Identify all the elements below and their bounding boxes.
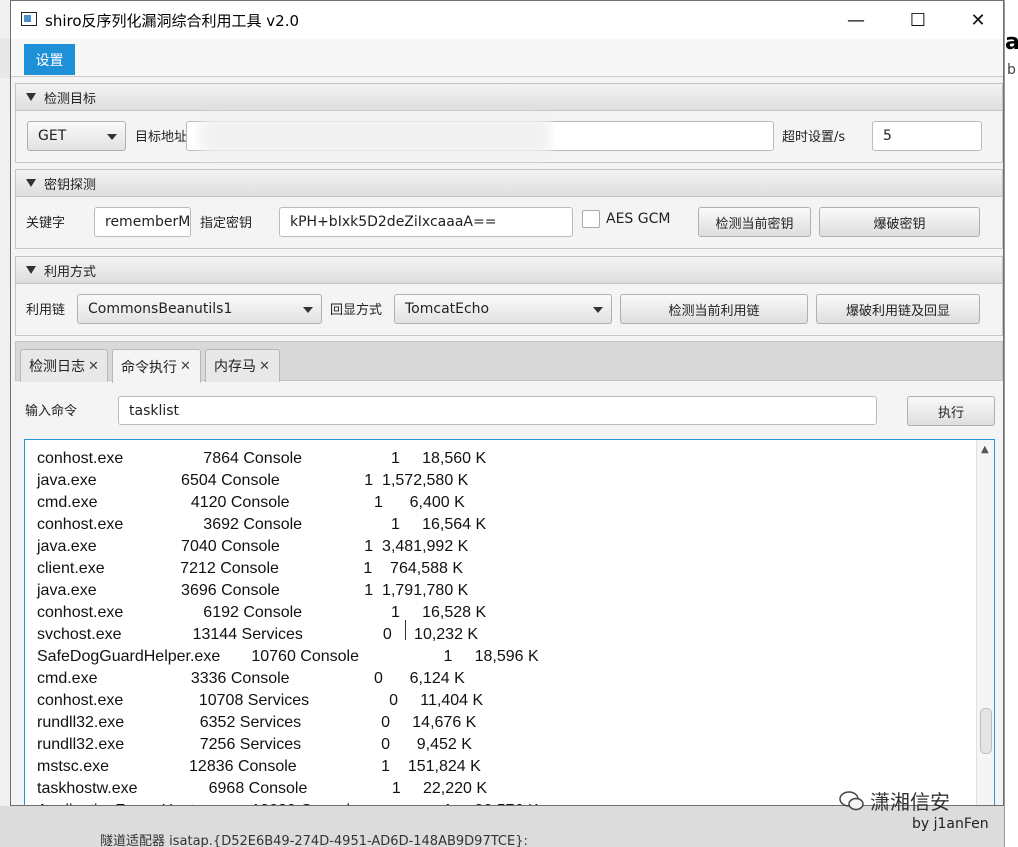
tab-label: 检测日志	[29, 359, 85, 375]
output-line: conhost.exe 10708 Services 0 11,404 K	[37, 692, 484, 709]
http-method-select[interactable]: GET	[27, 121, 126, 151]
gadget-chain-select[interactable]: CommonsBeanutils1	[77, 294, 322, 324]
execute-button[interactable]: 执行	[907, 396, 995, 426]
title-bar[interactable]: shiro反序列化漏洞综合利用工具 v2.0 — ☐ ✕	[11, 1, 1003, 39]
background-console-window: 隧道适配器 isatap.{D52E6B49-274D-4951-AD6D-14…	[0, 806, 1004, 847]
output-line: mstsc.exe 12836 Console 1 151,824 K	[37, 758, 481, 775]
keyword-input[interactable]: rememberMe	[94, 207, 191, 237]
output-line: cmd.exe 4120 Console 1 6,400 K	[37, 494, 465, 511]
chain-label: 利用链	[26, 303, 66, 318]
command-input[interactable]: tasklist	[118, 396, 877, 425]
background-window-right-edge: a b	[1004, 0, 1018, 847]
maximize-button[interactable]: ☐	[895, 1, 941, 39]
exploit-title: 利用方式	[44, 264, 97, 280]
check-chain-button[interactable]: 检测当前利用链	[620, 294, 808, 324]
tab-detect-log[interactable]: 检测日志 ✕	[20, 349, 108, 382]
key-probe-title: 密钥探测	[44, 177, 97, 193]
output-line: conhost.exe 7864 Console 1 18,560 K	[37, 450, 487, 467]
exploit-header[interactable]: 利用方式	[15, 256, 1003, 284]
close-button[interactable]: ✕	[955, 1, 1001, 39]
background-text-fragment: b	[1007, 62, 1016, 78]
aes-gcm-label: AES GCM	[606, 211, 671, 227]
watermark-text: 潇湘信安	[870, 790, 950, 814]
output-line: java.exe 7040 Console 1 3,481,992 K	[37, 538, 469, 555]
tab-memshell[interactable]: 内存马 ✕	[205, 349, 280, 382]
close-tab-icon[interactable]: ✕	[259, 359, 270, 374]
output-line: java.exe 6504 Console 1 1,572,580 K	[37, 472, 469, 489]
scroll-up-arrow-icon[interactable]: ▲	[981, 444, 989, 455]
tab-strip: 检测日志 ✕ 命令执行 ✕ 内存马 ✕	[15, 341, 1003, 383]
window-title: shiro反序列化漏洞综合利用工具 v2.0	[45, 12, 300, 30]
collapse-triangle-icon	[26, 179, 36, 187]
output-line: rundll32.exe 6352 Services 0 14,676 K	[37, 714, 477, 731]
output-line: conhost.exe 3692 Console 1 16,564 K	[37, 516, 487, 533]
echo-label: 回显方式	[330, 303, 383, 318]
close-tab-icon[interactable]: ✕	[88, 359, 99, 374]
app-icon	[21, 12, 37, 26]
aes-gcm-checkbox[interactable]	[582, 210, 600, 228]
tab-command-exec[interactable]: 命令执行 ✕	[112, 349, 201, 383]
detect-target-title: 检测目标	[44, 91, 97, 107]
output-line: svchost.exe 13144 Services 0 10,232 K	[37, 626, 479, 643]
main-window: shiro反序列化漏洞综合利用工具 v2.0 — ☐ ✕ 设置 检测目标 GET…	[10, 0, 1004, 806]
tab-label: 内存马	[214, 359, 256, 375]
minimize-button[interactable]: —	[833, 1, 879, 39]
chevron-down-icon	[107, 134, 117, 140]
detect-target-header[interactable]: 检测目标	[15, 83, 1003, 111]
output-line: client.exe 7212 Console 1 764,588 K	[37, 560, 463, 577]
keyword-label: 关键字	[26, 216, 66, 231]
redacted-url-blur	[200, 117, 550, 155]
background-window-left-edge	[0, 38, 10, 78]
key-probe-panel: 关键字 rememberMe 指定密钥 kPH+bIxk5D2deZiIxcaa…	[15, 197, 1003, 249]
close-tab-icon[interactable]: ✕	[180, 359, 191, 374]
timeout-input[interactable]: 5	[872, 121, 982, 151]
tab-label: 命令执行	[121, 359, 177, 376]
output-line: SafeDogGuardHelper.exe 10760 Console 1 1…	[37, 648, 539, 665]
output-lines: conhost.exe 7864 Console 1 18,560 K java.…	[37, 448, 970, 805]
brute-chain-button[interactable]: 爆破利用链及回显	[816, 294, 980, 324]
target-url-label: 目标地址	[135, 130, 188, 145]
text-cursor	[405, 620, 406, 640]
output-line: ApplicationFrameHost.exe 13080 Console 1…	[37, 800, 970, 805]
key-probe-header[interactable]: 密钥探测	[15, 169, 1003, 197]
key-label: 指定密钥	[200, 216, 253, 231]
exploit-panel: 利用链 CommonsBeanutils1 回显方式 TomcatEcho 检测…	[15, 284, 1003, 336]
scrollbar-thumb[interactable]	[980, 708, 992, 754]
collapse-triangle-icon	[26, 93, 36, 101]
command-output-area[interactable]: conhost.exe 7864 Console 1 18,560 K java.…	[24, 439, 995, 805]
key-input[interactable]: kPH+bIxk5D2deZiIxcaaaA==	[279, 207, 573, 237]
check-key-button[interactable]: 检测当前密钥	[698, 207, 811, 237]
output-line: taskhostw.exe 6968 Console 1 22,220 K	[37, 780, 488, 797]
brute-key-button[interactable]: 爆破密钥	[819, 207, 980, 237]
chevron-down-icon	[303, 307, 313, 313]
menu-bar: 设置	[11, 39, 1003, 77]
output-line: conhost.exe 6192 Console 1 16,528 K	[37, 604, 487, 621]
command-label: 输入命令	[25, 404, 78, 419]
background-text-fragment: a	[1005, 30, 1018, 55]
output-line: cmd.exe 3336 Console 0 6,124 K	[37, 670, 465, 687]
gadget-chain-value: CommonsBeanutils1	[88, 301, 233, 317]
output-line: rundll32.exe 7256 Services 0 9,452 K	[37, 736, 472, 753]
settings-menu[interactable]: 设置	[24, 44, 75, 75]
wechat-icon	[839, 791, 864, 811]
output-scrollbar[interactable]: ▲	[976, 440, 994, 805]
background-console-text: 隧道适配器 isatap.{D52E6B49-274D-4951-AD6D-14…	[100, 834, 528, 847]
timeout-label: 超时设置/s	[782, 130, 846, 145]
http-method-value: GET	[38, 128, 67, 144]
echo-method-value: TomcatEcho	[405, 301, 490, 317]
chevron-down-icon	[593, 307, 603, 313]
watermark-byline: by j1anFen	[912, 816, 989, 832]
output-line: java.exe 3696 Console 1 1,791,780 K	[37, 582, 469, 599]
detect-target-panel: GET 目标地址 超时设置/s 5	[15, 111, 1003, 163]
collapse-triangle-icon	[26, 266, 36, 274]
echo-method-select[interactable]: TomcatEcho	[394, 294, 612, 324]
